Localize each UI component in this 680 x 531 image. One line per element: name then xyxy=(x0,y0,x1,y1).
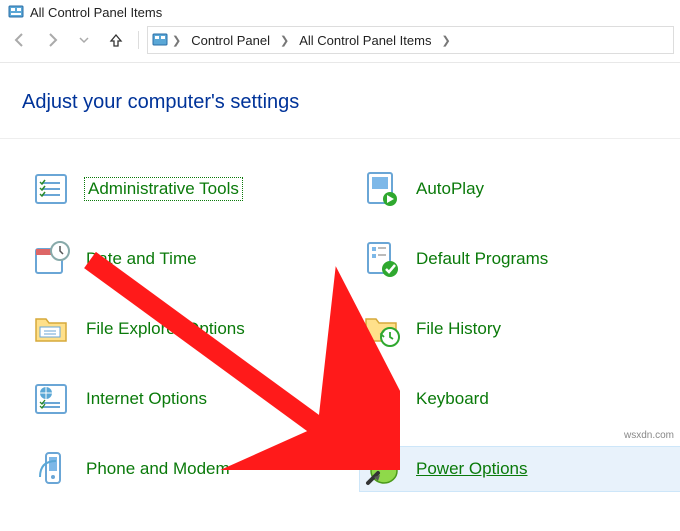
item-label: Power Options xyxy=(416,459,528,479)
control-panel-icon xyxy=(8,4,24,20)
item-label: File History xyxy=(416,319,501,339)
breadcrumb[interactable]: ❯ Control Panel ❯ All Control Panel Item… xyxy=(147,26,674,54)
page-heading: Adjust your computer's settings xyxy=(0,63,680,138)
file-explorer-options-icon xyxy=(32,309,72,349)
item-file-explorer-options[interactable]: File Explorer Options xyxy=(30,307,350,351)
item-date-and-time[interactable]: Date and Time xyxy=(30,237,350,281)
window-titlebar: All Control Panel Items xyxy=(0,0,680,22)
item-autoplay[interactable]: AutoPlay xyxy=(360,167,680,211)
chevron-right-icon[interactable]: ❯ xyxy=(278,34,291,47)
keyboard-icon xyxy=(362,379,402,419)
item-label: Phone and Modem xyxy=(86,459,230,479)
divider xyxy=(0,138,680,139)
window-title: All Control Panel Items xyxy=(30,5,162,20)
item-power-options[interactable]: Power Options xyxy=(360,447,680,491)
watermark: wsxdn.com xyxy=(624,430,674,441)
item-label: File Explorer Options xyxy=(86,319,245,339)
forward-button[interactable] xyxy=(38,28,66,52)
up-button[interactable] xyxy=(102,28,130,52)
power-options-icon xyxy=(362,449,402,489)
phone-modem-icon xyxy=(32,449,72,489)
recent-dropdown[interactable] xyxy=(70,28,98,52)
item-label: Internet Options xyxy=(86,389,207,409)
item-default-programs[interactable]: Default Programs xyxy=(360,237,680,281)
item-label: Default Programs xyxy=(416,249,548,269)
item-internet-options[interactable]: Internet Options xyxy=(30,377,350,421)
item-label: AutoPlay xyxy=(416,179,484,199)
chevron-right-icon[interactable]: ❯ xyxy=(170,34,183,47)
date-time-icon xyxy=(32,239,72,279)
breadcrumb-item[interactable]: Control Panel xyxy=(185,33,276,48)
internet-options-icon xyxy=(32,379,72,419)
control-panel-icon xyxy=(152,32,168,48)
item-label: Administrative Tools xyxy=(86,179,241,199)
default-programs-icon xyxy=(362,239,402,279)
autoplay-icon xyxy=(362,169,402,209)
administrative-tools-icon xyxy=(32,169,72,209)
separator xyxy=(138,31,139,49)
item-label: Keyboard xyxy=(416,389,489,409)
file-history-icon xyxy=(362,309,402,349)
item-administrative-tools[interactable]: Administrative Tools xyxy=(30,167,350,211)
navigation-bar: ❯ Control Panel ❯ All Control Panel Item… xyxy=(0,22,680,63)
back-button[interactable] xyxy=(6,28,34,52)
item-phone-and-modem[interactable]: Phone and Modem xyxy=(30,447,350,491)
breadcrumb-item[interactable]: All Control Panel Items xyxy=(293,33,437,48)
item-file-history[interactable]: File History xyxy=(360,307,680,351)
item-keyboard[interactable]: Keyboard xyxy=(360,377,680,421)
items-grid: Administrative Tools AutoPlay Date and T… xyxy=(0,167,680,491)
item-label: Date and Time xyxy=(86,249,197,269)
chevron-right-icon[interactable]: ❯ xyxy=(439,34,452,47)
